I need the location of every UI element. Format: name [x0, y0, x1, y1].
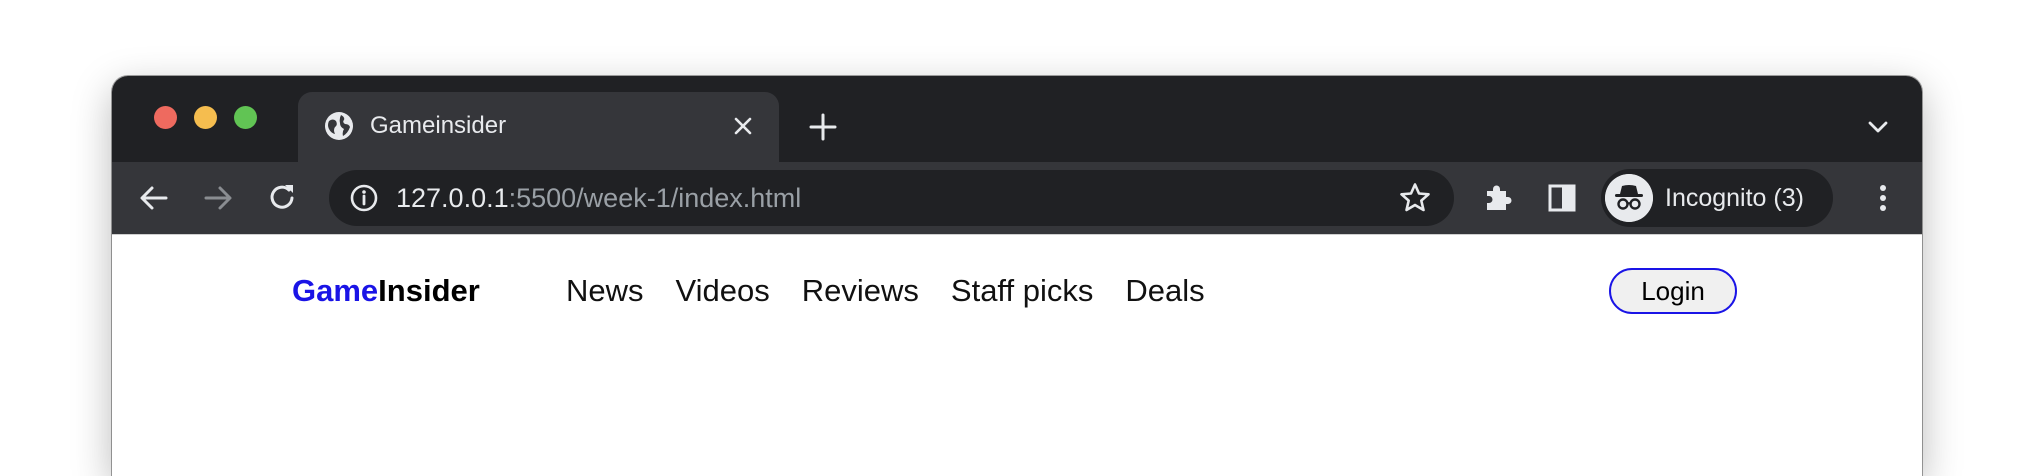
login-button[interactable]: Login [1609, 268, 1737, 314]
chevron-down-icon[interactable] [1865, 114, 1891, 140]
title-bar: Gameinsider [112, 76, 1922, 162]
tab-title: Gameinsider [370, 112, 507, 139]
forward-icon[interactable] [201, 181, 235, 215]
incognito-icon [1605, 174, 1653, 222]
side-panel-icon[interactable] [1545, 181, 1579, 215]
menu-icon[interactable] [1866, 181, 1900, 215]
tab-gameinsider[interactable]: Gameinsider [298, 92, 779, 162]
url-path: :5500/week-1/index.html [508, 183, 802, 213]
browser-toolbar: 127.0.0.1:5500/week-1/index.html Incogni… [112, 162, 1922, 234]
back-icon[interactable] [137, 181, 171, 215]
close-icon[interactable] [731, 114, 755, 138]
close-window-button[interactable] [154, 106, 177, 129]
nav-link-deals[interactable]: Deals [1125, 273, 1204, 309]
site-logo[interactable]: GameInsider [292, 273, 480, 309]
profile-label: Incognito (3) [1665, 184, 1804, 212]
star-icon[interactable] [1398, 181, 1432, 215]
nav-link-reviews[interactable]: Reviews [802, 273, 919, 309]
nav-link-staff-picks[interactable]: Staff picks [951, 273, 1093, 309]
logo-part-game: Game [292, 273, 379, 308]
url-host: 127.0.0.1 [396, 183, 509, 213]
main-nav: News Videos Reviews Staff picks Deals [566, 273, 1205, 309]
minimize-window-button[interactable] [194, 106, 217, 129]
page-content: GameInsider News Videos Reviews Staff pi… [112, 234, 1922, 476]
incognito-profile-button[interactable]: Incognito (3) [1601, 169, 1833, 227]
url-text: 127.0.0.1:5500/week-1/index.html [396, 183, 801, 213]
extensions-icon[interactable] [1481, 181, 1515, 215]
info-icon[interactable] [348, 182, 380, 214]
reload-icon[interactable] [265, 181, 299, 215]
globe-icon [325, 112, 353, 140]
nav-link-videos[interactable]: Videos [676, 273, 770, 309]
logo-part-insider: Insider [378, 273, 480, 308]
nav-link-news[interactable]: News [566, 273, 644, 309]
browser-window: Gameinsider 127.0.0.1:5500/week-1/index.… [112, 76, 1922, 476]
plus-icon[interactable] [808, 112, 838, 142]
maximize-window-button[interactable] [234, 106, 257, 129]
address-bar[interactable]: 127.0.0.1:5500/week-1/index.html [329, 170, 1454, 226]
